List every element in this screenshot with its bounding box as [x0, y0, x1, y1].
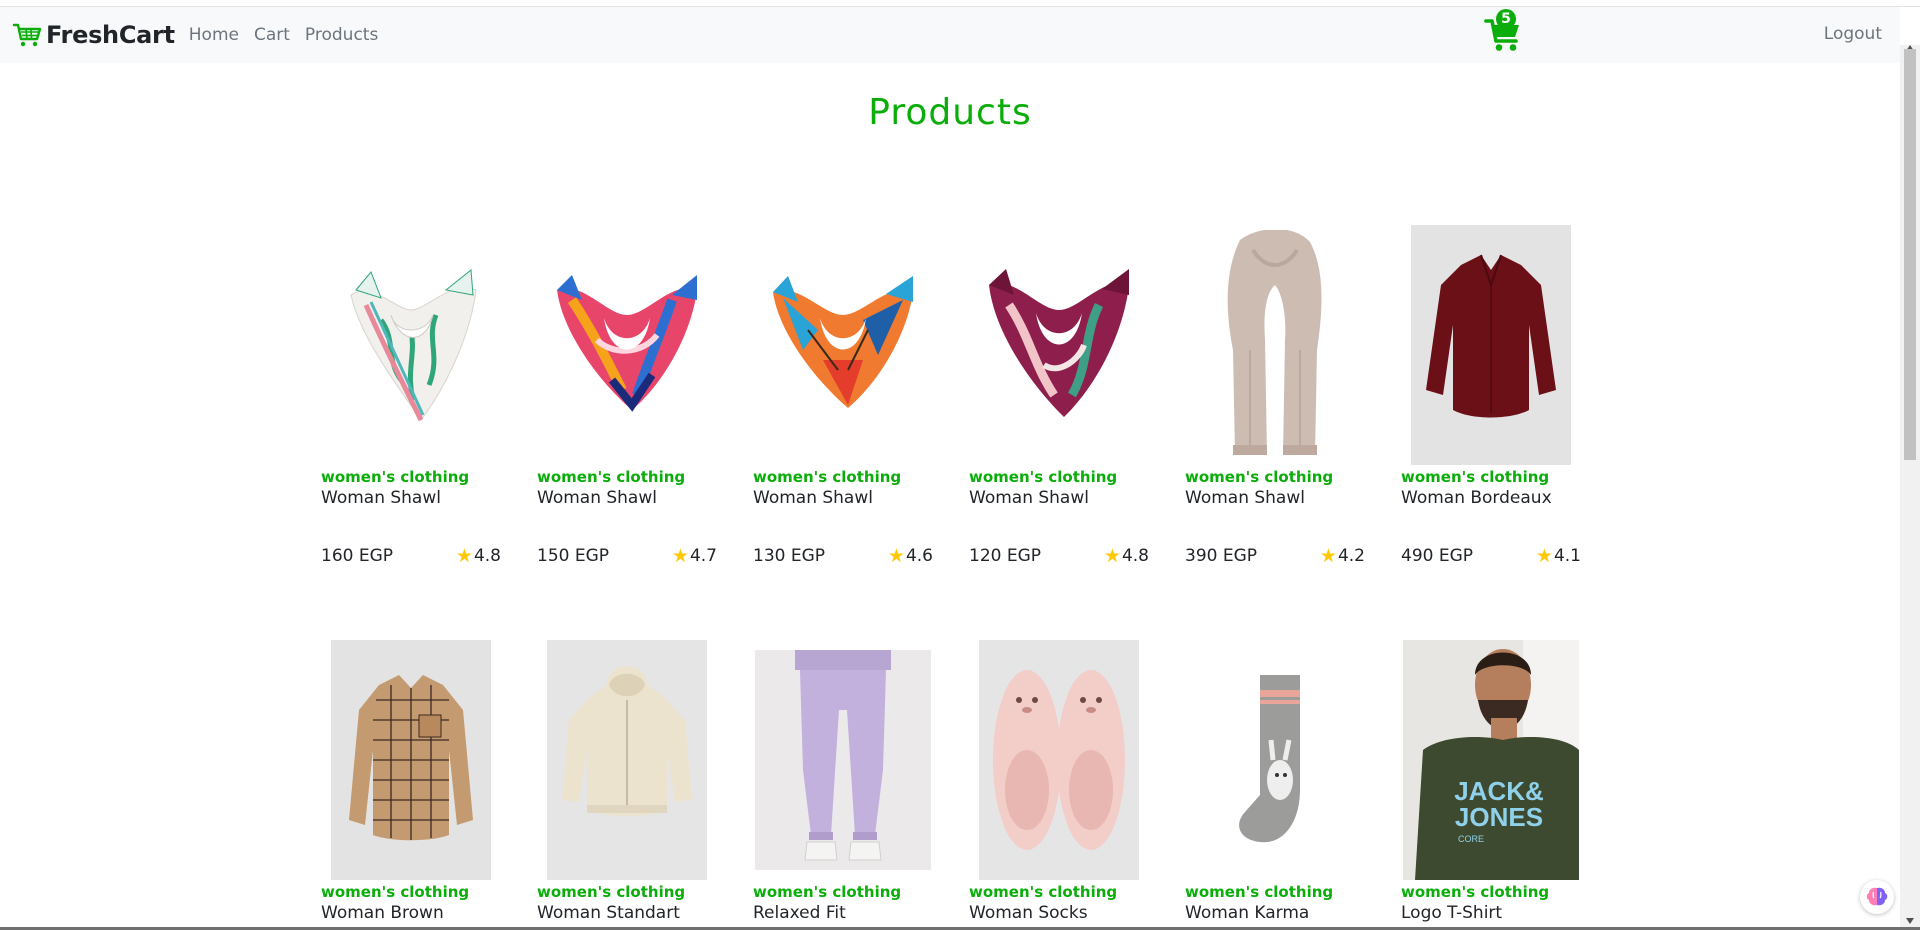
product-image [537, 640, 717, 880]
product-title: Relaxed Fit [753, 903, 846, 923]
product-title: Woman Karma [1185, 903, 1310, 923]
page-title: Products [868, 92, 1032, 133]
page-scrollbar[interactable] [1900, 45, 1920, 930]
product-category: women's clothing [1401, 883, 1550, 901]
product-category: women's clothing [753, 883, 902, 901]
nav-cart-link[interactable]: Cart [254, 25, 290, 45]
brain-icon [1866, 887, 1888, 906]
product-image [321, 640, 501, 880]
product-image [969, 640, 1149, 880]
product-card[interactable]: women's clothing Relaxed Fit [753, 0, 933, 930]
scrollbar-thumb[interactable] [1904, 49, 1916, 460]
product-image [753, 640, 933, 880]
scroll-down-arrow-icon[interactable] [1906, 918, 1914, 924]
product-category: women's clothing [321, 883, 470, 901]
product-image [1185, 640, 1365, 880]
tshirt-print-line2: JONES [1455, 802, 1543, 832]
product-category: women's clothing [969, 883, 1118, 901]
product-card[interactable]: JACK& JONES CORE women's clothing Logo T… [1401, 0, 1581, 930]
assistant-brain-button[interactable] [1860, 880, 1894, 914]
product-title: Woman Socks [969, 903, 1088, 923]
brand-name: FreshCart [46, 21, 175, 49]
product-image: JACK& JONES CORE [1401, 640, 1581, 880]
browser-top-edge [0, 0, 1920, 7]
cart-icon [12, 23, 42, 47]
product-card[interactable]: women's clothing Woman Socks [969, 0, 1149, 930]
product-title: Logo T-Shirt [1401, 903, 1503, 923]
product-title: Woman Standart [537, 903, 680, 923]
logout-link[interactable]: Logout [1824, 24, 1882, 44]
nav-home-link[interactable]: Home [189, 25, 239, 45]
product-category: women's clothing [537, 883, 686, 901]
tshirt-print-line3: CORE [1458, 834, 1484, 844]
product-card[interactable]: women's clothing Woman Standart [537, 0, 717, 930]
navbar: FreshCart Home Cart Products 5 Logout [0, 7, 1900, 63]
brand-logo[interactable]: FreshCart [12, 21, 175, 49]
product-category: women's clothing [1185, 883, 1334, 901]
product-card[interactable]: women's clothing Woman Brown [321, 0, 501, 930]
product-card[interactable]: women's clothing Woman Karma [1185, 0, 1365, 930]
product-title: Woman Brown [321, 903, 444, 923]
